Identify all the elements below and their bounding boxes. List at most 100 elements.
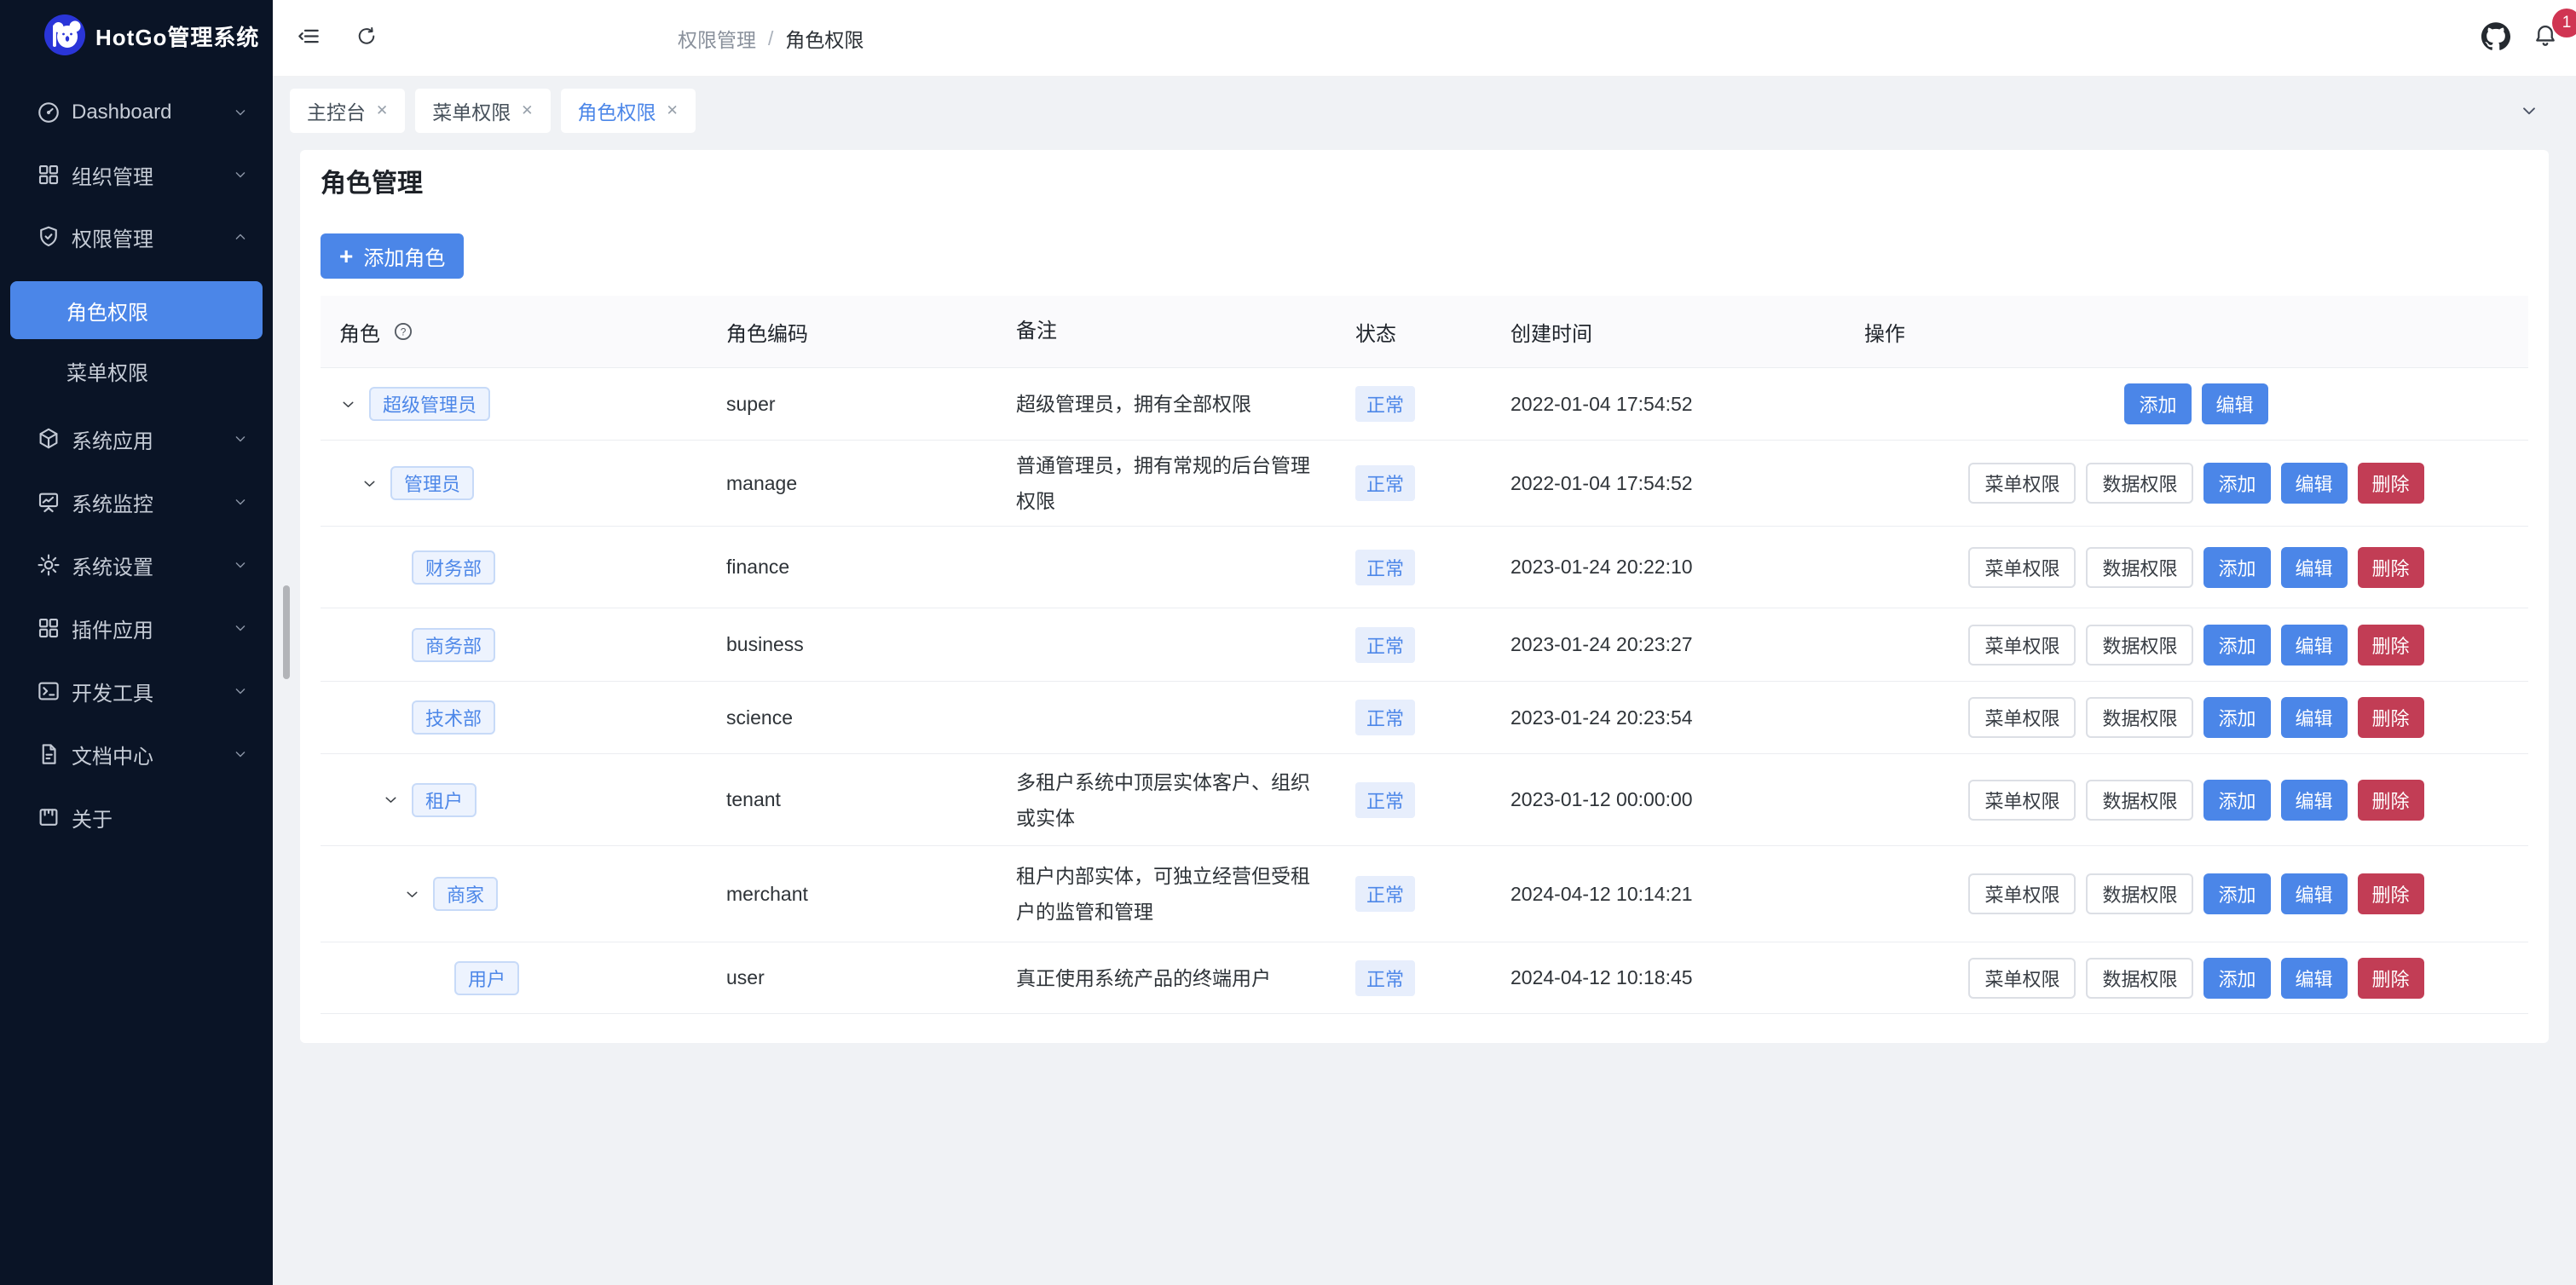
edit-action-button[interactable]: 编辑	[2281, 625, 2348, 666]
edit-action-button[interactable]: 编辑	[2281, 873, 2348, 914]
chevron-down-icon	[232, 104, 249, 121]
edit-action-button[interactable]: 编辑	[2281, 547, 2348, 588]
menu-action-button[interactable]: 菜单权限	[1968, 697, 2076, 738]
sidebar-item-perm[interactable]: 权限管理	[0, 210, 273, 264]
column-header-操作: 操作	[1837, 296, 2528, 367]
del-action-button[interactable]: 删除	[2358, 463, 2424, 504]
tab-options-chevron-down-icon[interactable]	[2516, 89, 2542, 133]
sidebar-item-label: 组织管理	[72, 160, 153, 190]
sidebar-item-doc-center[interactable]: 文档中心	[0, 727, 273, 781]
sidebar-item-dev-tools[interactable]: 开发工具	[0, 664, 273, 718]
menu-action-button[interactable]: 菜单权限	[1968, 958, 2076, 999]
role-tag[interactable]: 商务部	[412, 628, 495, 662]
status-badge: 正常	[1355, 386, 1415, 422]
help-question-circle-icon[interactable]: ?	[392, 320, 414, 343]
chevron-down-icon	[232, 430, 249, 447]
sidebar-item-plugin-app[interactable]: 插件应用	[0, 601, 273, 655]
del-action-button[interactable]: 删除	[2358, 780, 2424, 821]
row-expand-chevron-icon[interactable]	[403, 885, 433, 903]
data-action-button[interactable]: 数据权限	[2086, 463, 2193, 504]
remark-cell: 超级管理员，拥有全部权限	[997, 368, 1345, 440]
menu-fold-icon[interactable]	[295, 22, 322, 54]
created-time-cell: 2024-04-12 10:14:21	[1492, 846, 1837, 942]
tab-close-icon[interactable]: ✕	[521, 102, 533, 119]
menu-action-button[interactable]: 菜单权限	[1968, 625, 2076, 666]
role-code-cell: merchant	[708, 846, 997, 942]
menu-action-button[interactable]: 菜单权限	[1968, 873, 2076, 914]
menu-action-button[interactable]: 菜单权限	[1968, 780, 2076, 821]
sidebar-item-sys-monitor[interactable]: 系统监控	[0, 475, 273, 529]
column-header-角色: 角色?	[321, 296, 708, 367]
data-action-button[interactable]: 数据权限	[2086, 547, 2193, 588]
sidebar-item-about[interactable]: 关于	[0, 790, 273, 844]
add-action-button[interactable]: 添加	[2124, 383, 2191, 424]
tab-菜单权限[interactable]: 菜单权限✕	[415, 89, 550, 133]
role-cell: 管理员	[321, 441, 708, 526]
tab-close-icon[interactable]: ✕	[667, 102, 679, 119]
notification-badge[interactable]: 1	[2552, 9, 2576, 37]
row-expand-chevron-icon[interactable]	[339, 395, 369, 413]
del-action-button[interactable]: 删除	[2358, 697, 2424, 738]
role-tag[interactable]: 商家	[433, 877, 498, 911]
sidebar-item-org[interactable]: 组织管理	[0, 147, 273, 202]
add-action-button[interactable]: 添加	[2203, 547, 2270, 588]
role-tag[interactable]: 超级管理员	[369, 387, 490, 421]
add-action-button[interactable]: 添加	[2203, 463, 2270, 504]
dashboard-icon	[36, 100, 61, 125]
created-time-cell: 2023-01-24 20:22:10	[1492, 527, 1837, 608]
sidebar-scrollbar-thumb[interactable]	[283, 585, 290, 679]
add-role-button[interactable]: + 添加角色	[321, 233, 464, 279]
role-code-cell: manage	[708, 441, 997, 526]
role-management-card: 角色管理 + 添加角色 角色?角色编码备注状态创建时间操作超级管理员super超…	[300, 150, 2549, 1043]
tab-角色权限[interactable]: 角色权限 ✕	[561, 89, 696, 133]
del-action-button[interactable]: 删除	[2358, 547, 2424, 588]
del-action-button[interactable]: 删除	[2358, 873, 2424, 914]
breadcrumb: 权限管理 / 角色权限	[678, 0, 863, 77]
sidebar-item-menu-perm[interactable]: 菜单权限	[0, 343, 273, 398]
tab-label: 角色权限	[578, 96, 656, 125]
status-badge: 正常	[1355, 465, 1415, 501]
data-action-button[interactable]: 数据权限	[2086, 958, 2193, 999]
add-action-button[interactable]: 添加	[2203, 780, 2270, 821]
role-tag[interactable]: 技术部	[412, 700, 495, 735]
actions-cell: 菜单权限数据权限添加编辑删除	[1837, 942, 2528, 1013]
sidebar-item-dashboard[interactable]: Dashboard	[0, 85, 273, 140]
del-action-button[interactable]: 删除	[2358, 958, 2424, 999]
role-tag[interactable]: 管理员	[390, 466, 474, 500]
top-header: 权限管理 / 角色权限 1	[273, 0, 2576, 77]
data-action-button[interactable]: 数据权限	[2086, 780, 2193, 821]
sidebar-item-role-perm[interactable]: 角色权限	[10, 281, 263, 339]
github-icon[interactable]	[2481, 21, 2510, 55]
edit-action-button[interactable]: 编辑	[2281, 463, 2348, 504]
gear-icon	[36, 552, 61, 578]
sidebar-item-label: 权限管理	[72, 222, 153, 252]
breadcrumb-parent[interactable]: 权限管理	[678, 24, 756, 53]
add-action-button[interactable]: 添加	[2203, 873, 2270, 914]
row-expand-chevron-icon[interactable]	[382, 791, 412, 809]
sidebar-item-sys-app[interactable]: 系统应用	[0, 412, 273, 466]
menu-action-button[interactable]: 菜单权限	[1968, 463, 2076, 504]
tab-close-icon[interactable]: ✕	[376, 102, 388, 119]
data-action-button[interactable]: 数据权限	[2086, 873, 2193, 914]
row-expand-chevron-icon[interactable]	[361, 475, 390, 493]
add-action-button[interactable]: 添加	[2203, 625, 2270, 666]
add-role-button-label: 添加角色	[363, 241, 445, 271]
edit-action-button[interactable]: 编辑	[2281, 697, 2348, 738]
logo[interactable]: HotGo管理系统	[0, 0, 273, 75]
sidebar-item-sys-setting[interactable]: 系统设置	[0, 538, 273, 592]
data-action-button[interactable]: 数据权限	[2086, 697, 2193, 738]
add-action-button[interactable]: 添加	[2203, 958, 2270, 999]
del-action-button[interactable]: 删除	[2358, 625, 2424, 666]
data-action-button[interactable]: 数据权限	[2086, 625, 2193, 666]
add-action-button[interactable]: 添加	[2203, 697, 2270, 738]
role-cell: 用户	[321, 942, 708, 1013]
role-tag[interactable]: 用户	[454, 961, 519, 995]
role-tag[interactable]: 财务部	[412, 550, 495, 585]
edit-action-button[interactable]: 编辑	[2281, 780, 2348, 821]
menu-action-button[interactable]: 菜单权限	[1968, 547, 2076, 588]
edit-action-button[interactable]: 编辑	[2202, 383, 2268, 424]
tab-主控台[interactable]: 主控台✕	[290, 89, 405, 133]
edit-action-button[interactable]: 编辑	[2281, 958, 2348, 999]
refresh-icon[interactable]	[355, 24, 378, 52]
role-tag[interactable]: 租户	[412, 783, 477, 817]
